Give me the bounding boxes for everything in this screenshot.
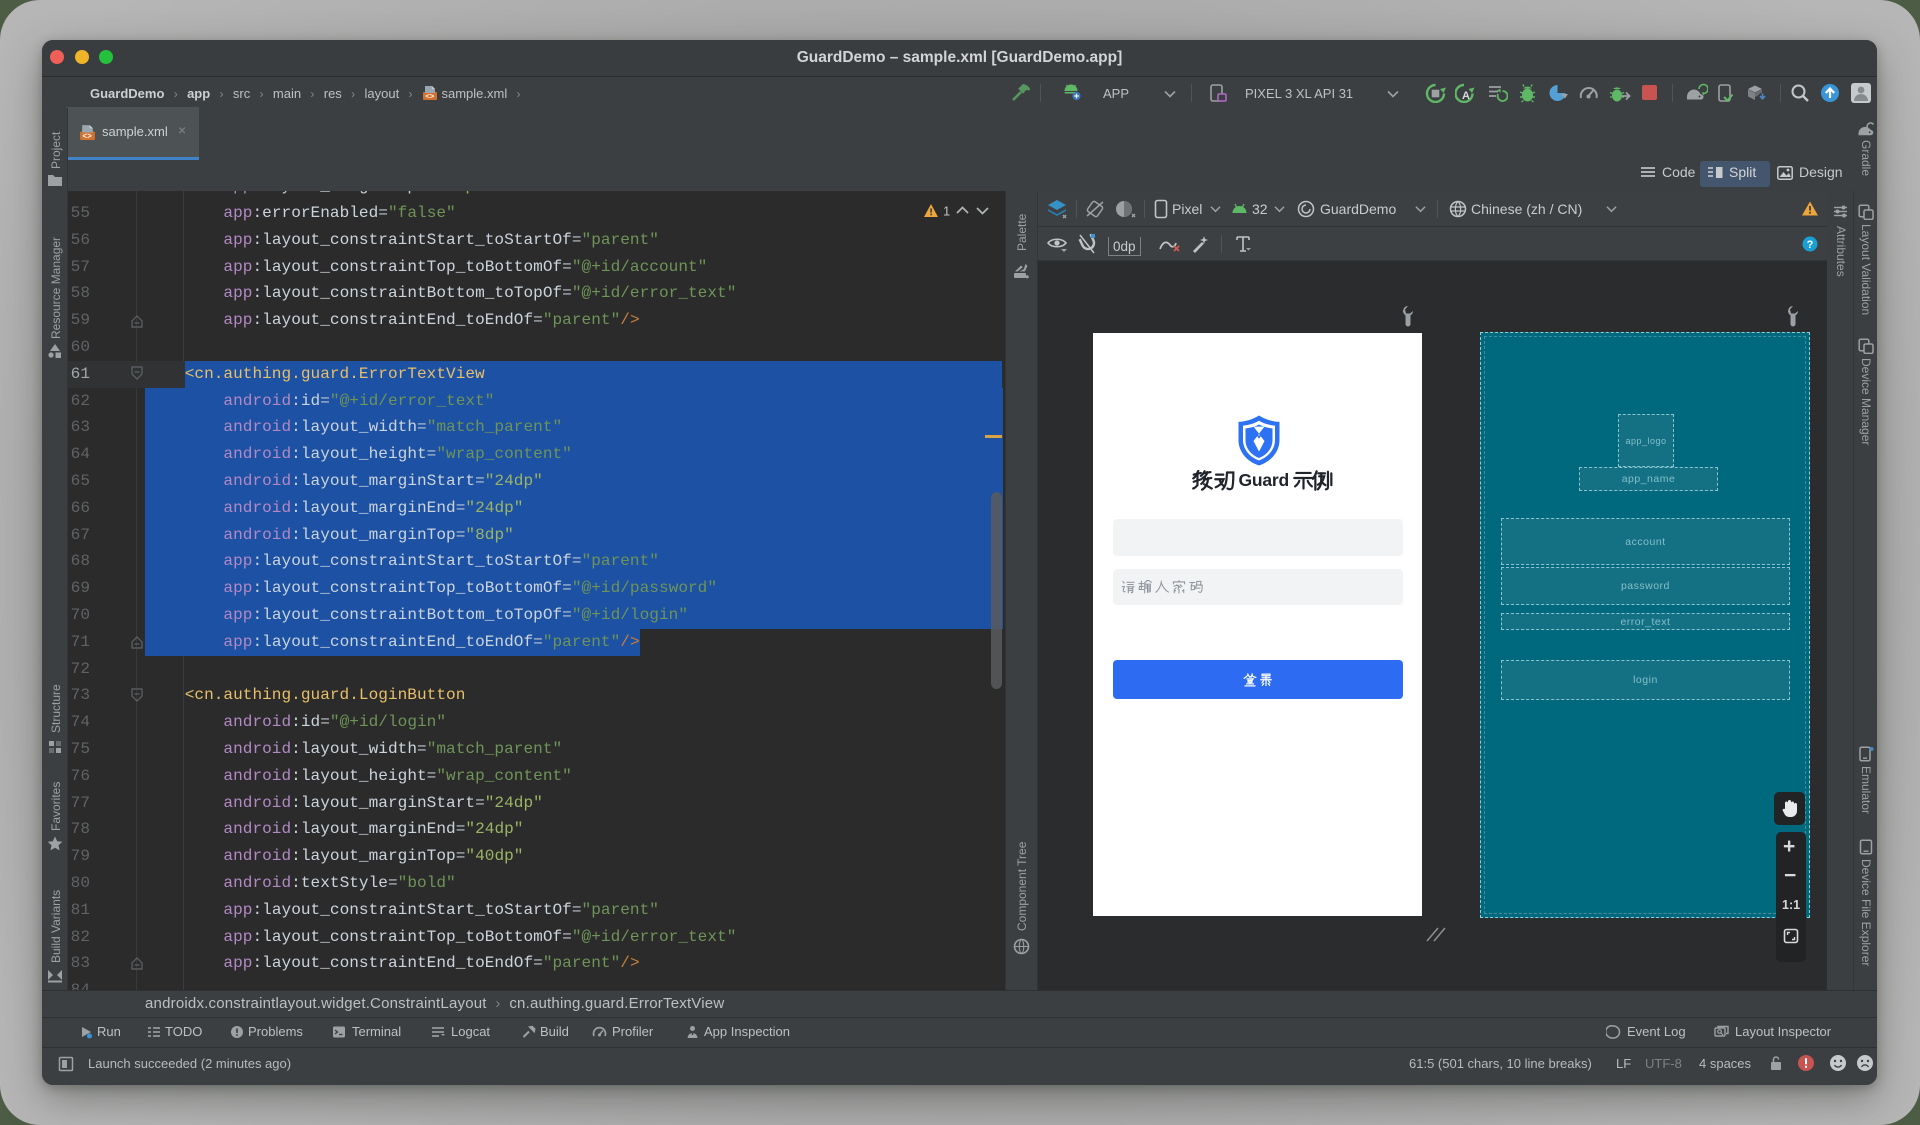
svg-text:?: ? xyxy=(1807,239,1814,251)
svg-text:<>: <> xyxy=(425,94,435,101)
svg-text:<>: <> xyxy=(82,132,92,141)
svg-text:A: A xyxy=(1462,90,1470,102)
svg-text:1: 1 xyxy=(943,204,950,219)
